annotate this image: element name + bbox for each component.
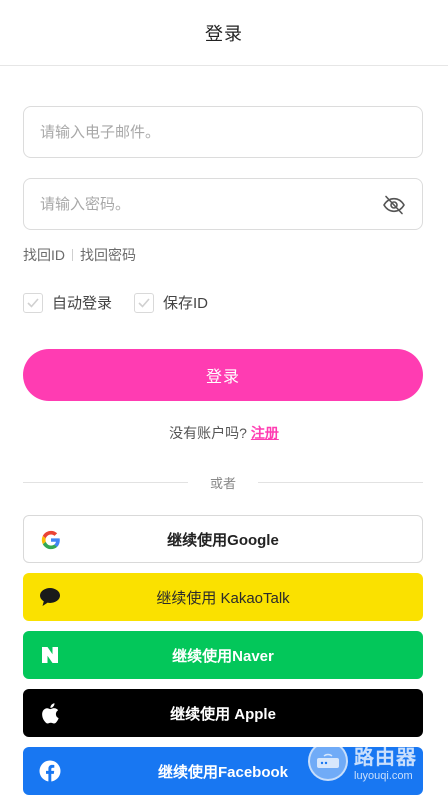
page-title: 登录 [205,23,243,44]
checkbox-icon[interactable] [134,292,155,313]
kakao-login-label: 继续使用 KakaoTalk [156,589,290,607]
naver-login-button[interactable]: 继续使用Naver [23,631,423,679]
watermark-name: 路由器 [354,746,417,769]
apple-icon [39,702,61,724]
auto-login-label: 自动登录 [52,295,113,312]
page-header: 登录 [0,0,448,66]
watermark-domain: luyouqi.com [354,769,413,782]
email-field[interactable] [23,106,423,158]
apple-login-button[interactable]: 继续使用 Apple [23,689,423,737]
email-input[interactable] [24,107,422,157]
link-separator [72,249,73,261]
eye-off-icon[interactable] [382,193,406,217]
login-button[interactable]: 登录 [23,349,423,401]
router-logo-icon [308,741,348,781]
divider-line [23,481,188,483]
find-password-link[interactable]: 找回密码 [80,245,136,265]
save-id-label: 保存ID [163,295,209,312]
google-login-label: 继续使用Google [167,531,279,549]
facebook-icon [39,760,61,782]
divider-text: 或者 [210,475,237,491]
password-field[interactable] [23,178,423,230]
naver-n-icon [39,644,61,666]
checkbox-icon[interactable] [23,292,43,313]
kakao-chat-bubble-icon [39,586,61,608]
divider-line [258,481,424,483]
password-input[interactable] [24,179,422,229]
signup-prompt-text: 没有账户吗? [169,425,247,441]
auto-login-checkbox[interactable]: 自动登录 [23,292,112,313]
save-id-checkbox[interactable]: 保存ID [134,292,208,313]
facebook-login-label: 继续使用Facebook [157,763,289,781]
signup-prompt: 没有账户吗? 注册 [0,423,448,443]
kakao-login-button[interactable]: 继续使用 KakaoTalk [23,573,423,621]
signup-link[interactable]: 注册 [251,425,279,441]
or-divider: 或者 [23,473,424,491]
find-id-link[interactable]: 找回ID [23,245,65,265]
watermark: 路由器 luyouqi.com [308,737,448,785]
naver-login-label: 继续使用Naver [172,647,274,665]
google-icon [40,529,62,551]
account-recovery-links: 找回ID 找回密码 [23,245,136,265]
google-login-button[interactable]: 继续使用Google [23,515,423,563]
watermark-text: 路由器 luyouqi.com [354,741,417,782]
apple-login-label: 继续使用 Apple [170,705,276,723]
login-options: 自动登录 保存ID [23,292,230,313]
